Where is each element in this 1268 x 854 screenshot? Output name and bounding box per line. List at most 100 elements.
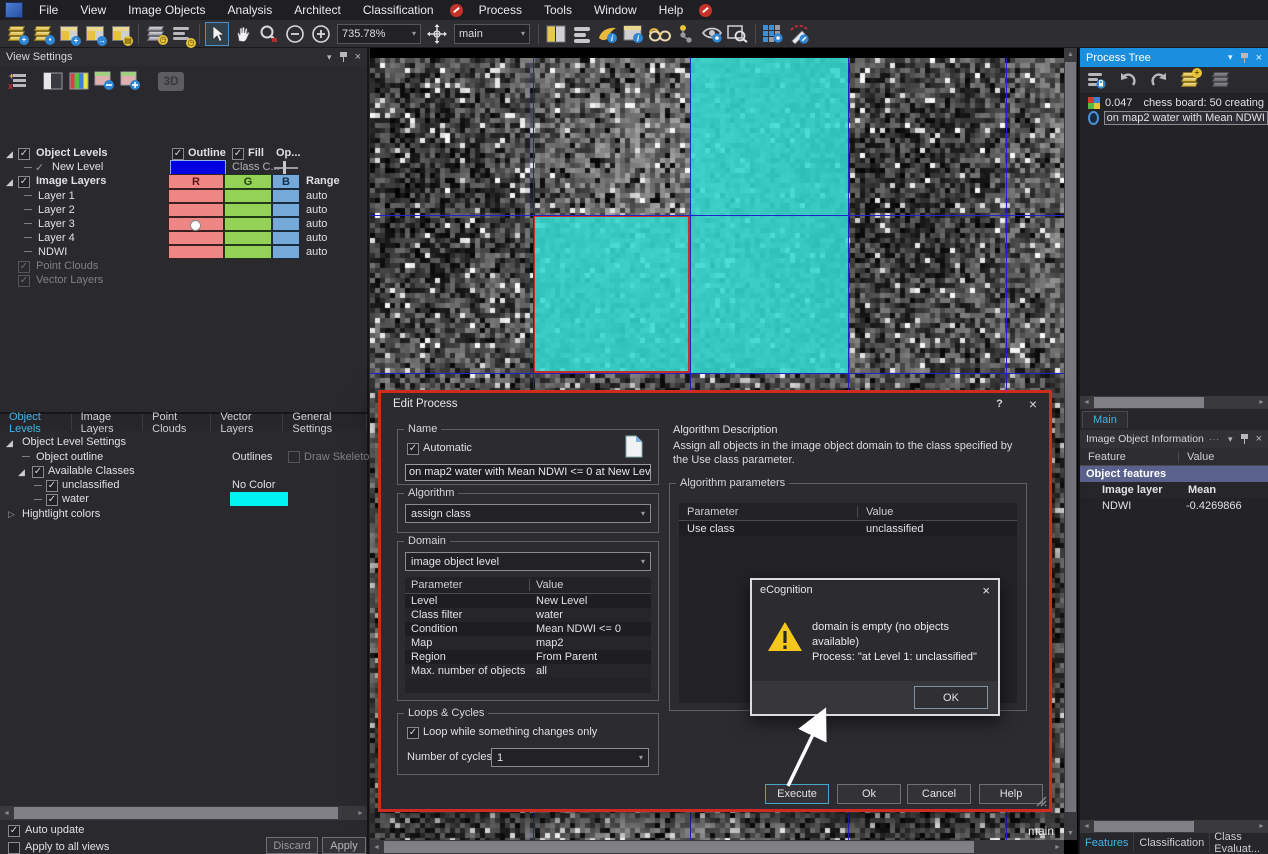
eye-settings-button[interactable] [700,22,724,46]
close-icon[interactable]: × [982,583,990,598]
domain-row[interactable]: Class filterwater [405,608,651,622]
zoom-out-button[interactable] [283,22,307,46]
measure-button[interactable] [787,22,811,46]
menu-file[interactable]: File [28,0,69,20]
scroll-left-icon[interactable]: ◄ [1080,396,1093,409]
dialog-titlebar[interactable]: Edit Process ? × [381,393,1049,415]
auto-update-checkbox[interactable]: ✓ [8,825,20,837]
pin-icon[interactable] [1241,53,1248,63]
menu-process[interactable]: Process [468,0,533,20]
resize-grip[interactable] [1035,795,1047,807]
outline-checkbox[interactable]: ✓ [172,148,184,160]
domain-row[interactable]: LevelNew Level [405,594,651,608]
ndwi-g-cell[interactable] [224,245,272,259]
ndwi-r-cell[interactable] [168,245,224,259]
parameter-row[interactable]: Use class unclassified [679,521,1017,536]
layer-view-button[interactable] [41,69,65,93]
object-outline-label[interactable]: Object outline [36,451,103,463]
process-lock-button[interactable] [1085,68,1109,92]
tab-class-evaluation[interactable]: Class Evaluat... [1210,833,1268,852]
scroll-left-icon[interactable]: ◄ [0,806,13,820]
layer1-g-cell[interactable] [224,189,272,203]
zoom-level-combo[interactable]: 735.78% ▾ [337,24,421,44]
close-icon[interactable]: × [1256,52,1262,64]
layer-label[interactable]: NDWI [38,246,67,258]
scroll-left-icon[interactable]: ◄ [370,840,383,854]
apply-all-views-checkbox[interactable] [8,842,20,854]
chevron-down-icon[interactable]: ▾ [1228,52,1233,63]
scroll-thumb[interactable] [1065,62,1076,812]
tab-main[interactable]: Main [1082,411,1128,428]
layer-label[interactable]: Layer 2 [38,204,75,216]
layer2-b-cell[interactable] [272,203,300,217]
value-column-header[interactable]: Value [1179,451,1214,463]
close-icon[interactable]: × [1029,396,1037,412]
domain-row[interactable]: ConditionMean NDWI <= 0 [405,622,651,636]
undo-button[interactable] [1116,68,1140,92]
save-scene-button[interactable]: ▪ [31,22,55,46]
viewer-horizontal-scrollbar[interactable]: ◄ ► [370,840,1064,854]
redo-button[interactable] [1147,68,1171,92]
unclassified-checkbox[interactable]: ✓ [46,480,58,492]
tab-classification[interactable]: Classification [1134,833,1210,852]
image-layers-checkbox[interactable]: ✓ [18,176,30,188]
document-icon[interactable] [625,435,643,458]
viewer-vertical-scrollbar[interactable]: ▲ ▼ [1064,48,1077,840]
edit-levels-button[interactable]: +x [5,69,29,93]
export-window-button[interactable]: → [83,22,107,46]
layer-label[interactable]: Layer 1 [38,190,75,202]
layer-label[interactable]: Layer 4 [38,232,75,244]
outlines-value[interactable]: Outlines [232,451,272,463]
menu-analysis[interactable]: Analysis [217,0,284,20]
expand-icon[interactable]: ◢ [6,438,16,449]
layer3-g-cell[interactable] [224,217,272,231]
record-icon-2[interactable] [699,4,712,17]
process-history-button[interactable]: ◷ [170,22,194,46]
layer2-g-cell[interactable] [224,203,272,217]
water-color-swatch[interactable] [230,492,288,506]
layer1-b-cell[interactable] [272,189,300,203]
record-icon[interactable] [450,4,463,17]
opacity-slider[interactable] [274,167,298,169]
feature-tree-button[interactable] [674,22,698,46]
workspace-history-button[interactable]: ◷ [144,22,168,46]
scroll-right-icon[interactable]: ► [1051,840,1064,854]
expand-icon[interactable]: ◢ [6,177,16,188]
vector-layers-checkbox[interactable]: ✓ [18,275,30,287]
level-color-swatch[interactable] [170,160,226,175]
point-clouds-checkbox[interactable]: ✓ [18,261,30,273]
fill-checkbox[interactable]: ✓ [232,148,244,160]
cycles-select[interactable]: 1 ▾ [491,748,649,767]
close-icon[interactable]: × [1256,433,1262,445]
expand-icon[interactable]: ◢ [18,467,28,478]
new-window-button[interactable]: + [57,22,81,46]
pin-icon[interactable] [340,52,347,62]
help-button[interactable]: Help [979,784,1043,804]
chevron-down-icon[interactable]: ▾ [1228,434,1233,445]
discard-button[interactable]: Discard [266,837,318,854]
layer4-g-cell[interactable] [224,231,272,245]
tab-vector-layers[interactable]: Vector Layers [211,414,283,431]
menu-help[interactable]: Help [648,0,695,20]
3d-toggle-button[interactable]: 3D [158,72,184,91]
layer4-b-cell[interactable] [272,231,300,245]
split-view-button[interactable] [544,22,568,46]
domain-select[interactable]: image object level ▾ [405,552,651,571]
menu-tools[interactable]: Tools [533,0,583,20]
ndwi-b-cell[interactable] [272,245,300,259]
zoom-in-button[interactable] [309,22,333,46]
menu-architect[interactable]: Architect [283,0,352,20]
view-settings-info-button[interactable]: i [596,22,620,46]
no-color-label[interactable]: No Color [232,479,275,491]
available-classes-checkbox[interactable]: ✓ [32,466,44,478]
layer4-r-cell[interactable] [168,231,224,245]
process-name-input[interactable]: on map2 water with Mean NDWI <= 0 at New… [405,464,651,481]
cancel-button[interactable]: Cancel [907,784,971,804]
view-list-button[interactable] [570,22,594,46]
expand-icon[interactable]: ◢ [6,149,16,160]
feature-value-row[interactable]: NDWI -0.4269866 [1080,498,1268,514]
help-icon[interactable]: ? [996,398,1003,410]
opacity-slider-handle[interactable] [283,161,286,174]
copy-window-button[interactable]: ▤ [109,22,133,46]
menu-window[interactable]: Window [583,0,648,20]
